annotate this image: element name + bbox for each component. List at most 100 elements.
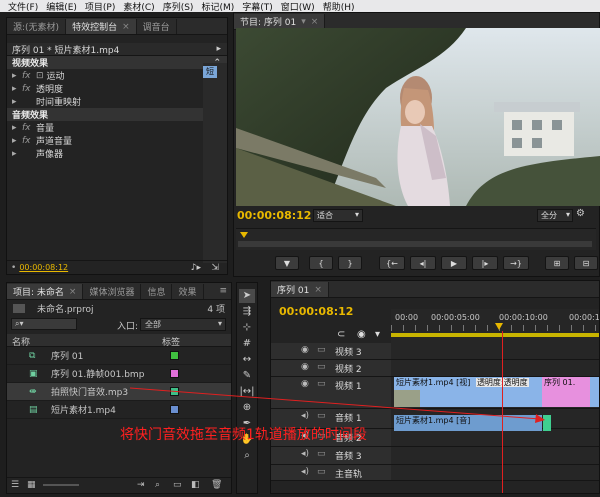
- add-marker-button[interactable]: ▼: [275, 256, 299, 270]
- lock-icon[interactable]: ▭: [317, 362, 326, 372]
- menu-item[interactable]: 字幕(T): [242, 0, 273, 13]
- selection-tool-icon[interactable]: ➤: [239, 289, 255, 303]
- razor-tool-icon[interactable]: ✎: [239, 369, 255, 383]
- label-color-swatch[interactable]: [170, 387, 179, 396]
- label-color-swatch[interactable]: [170, 351, 179, 360]
- track-header[interactable]: ◉ ▭ 视频 2: [271, 360, 391, 377]
- effect-volume[interactable]: ▸fx音量↺: [7, 121, 227, 135]
- menu-item[interactable]: 帮助(H): [323, 0, 355, 13]
- slide-tool-icon[interactable]: ⊕: [239, 401, 255, 415]
- delete-icon[interactable]: 🗑: [211, 480, 222, 490]
- close-icon[interactable]: ×: [311, 17, 319, 27]
- menu-item[interactable]: 素材(C): [123, 0, 154, 13]
- speaker-icon[interactable]: ◂): [301, 467, 309, 477]
- speaker-icon[interactable]: ◂): [301, 411, 309, 421]
- step-forward-button[interactable]: |▸: [472, 256, 498, 270]
- label-color-swatch[interactable]: [170, 405, 179, 414]
- zoom-slider[interactable]: [43, 484, 79, 486]
- effect-panner[interactable]: ▸ 声像器: [7, 147, 227, 161]
- eye-icon[interactable]: ◉: [301, 379, 309, 389]
- lock-icon[interactable]: ▭: [317, 411, 326, 421]
- marker-icon[interactable]: ▾: [375, 329, 380, 340]
- track-lane[interactable]: [391, 447, 599, 465]
- tab-media-browser[interactable]: 媒体浏览器: [83, 284, 142, 299]
- project-item[interactable]: ▤ 短片素材1.mp4: [7, 401, 231, 419]
- program-timecode[interactable]: 00:00:08:12: [237, 209, 311, 222]
- audio-clip[interactable]: 短片素材1.mp4 [音]: [394, 415, 542, 431]
- quality-select[interactable]: 全分 ▾: [537, 209, 573, 222]
- lock-icon[interactable]: ▭: [317, 345, 326, 355]
- extract-button[interactable]: ⊟: [574, 256, 598, 270]
- expand-triangle-icon[interactable]: ▸: [12, 123, 22, 133]
- rolling-edit-tool-icon[interactable]: #: [239, 337, 255, 351]
- tab-source[interactable]: 源:(无素材): [7, 19, 67, 34]
- effect-timecode[interactable]: 00:00:08:12: [19, 263, 68, 272]
- find-icon[interactable]: ⌕: [155, 480, 160, 490]
- timeline-timecode[interactable]: 00:00:08:12: [279, 305, 353, 318]
- go-to-in-button[interactable]: {←: [379, 256, 405, 270]
- tab-effects[interactable]: 效果: [172, 284, 204, 299]
- fx-icon[interactable]: fx: [22, 71, 36, 81]
- menu-item[interactable]: 标记(M): [201, 0, 234, 13]
- new-bin-icon[interactable]: ▭: [173, 480, 182, 490]
- snap-icon[interactable]: ⊂: [337, 329, 345, 340]
- play-triangle-icon[interactable]: ▸: [216, 44, 221, 54]
- menu-item[interactable]: 序列(S): [163, 0, 194, 13]
- slip-tool-icon[interactable]: |↔|: [239, 385, 255, 399]
- export-icon[interactable]: ⇲: [211, 263, 219, 273]
- track-header[interactable]: ◂) ▭ 主音轨: [271, 465, 391, 481]
- effect-motion[interactable]: ▸fx⊡运动↺: [7, 69, 227, 83]
- playhead-marker[interactable]: [495, 323, 503, 330]
- expand-triangle-icon[interactable]: ▸: [12, 84, 22, 94]
- close-icon[interactable]: ×: [69, 287, 77, 297]
- project-item[interactable]: ⇼ 拍照快门音效.mp3: [7, 383, 231, 401]
- fx-icon[interactable]: fx: [22, 136, 36, 146]
- playhead-marker[interactable]: [240, 232, 248, 238]
- sequence-still-clip[interactable]: 序列 01.: [542, 377, 590, 407]
- menu-item[interactable]: 窗口(W): [281, 0, 315, 13]
- tab-program[interactable]: 节目: 序列 01 ▾ ×: [234, 14, 326, 29]
- mark-out-button[interactable]: }: [338, 256, 362, 270]
- video-clip[interactable]: 短片素材1.mp4 [视] 透明度:透明度: [394, 377, 542, 407]
- track-header[interactable]: ◂) ▭ 音频 3: [271, 447, 391, 465]
- work-area-bar[interactable]: [391, 333, 599, 337]
- list-view-icon[interactable]: ☰: [11, 480, 19, 490]
- track-select-tool-icon[interactable]: ⇶: [239, 305, 255, 319]
- set-marker-icon[interactable]: ◉: [357, 329, 366, 340]
- mark-in-button[interactable]: {: [309, 256, 333, 270]
- expand-triangle-icon[interactable]: ▸: [12, 97, 22, 107]
- tab-info[interactable]: 信息: [141, 284, 173, 299]
- audio-scrub-icon[interactable]: ♪▸: [191, 263, 201, 273]
- fx-icon[interactable]: fx: [22, 84, 36, 94]
- track-lane[interactable]: [391, 465, 599, 481]
- entry-select[interactable]: 全部 ▾: [140, 318, 226, 331]
- effect-opacity[interactable]: ▸fx透明度↺: [7, 82, 227, 96]
- expand-triangle-icon[interactable]: ▸: [12, 136, 22, 146]
- lock-icon[interactable]: ▭: [317, 467, 326, 477]
- go-to-out-button[interactable]: →}: [503, 256, 529, 270]
- close-icon[interactable]: ×: [122, 22, 130, 32]
- tab-project[interactable]: 项目: 未命名 ×: [7, 284, 84, 299]
- fit-select[interactable]: 适合 ▾: [313, 209, 363, 222]
- lock-icon[interactable]: ▭: [317, 379, 326, 389]
- new-item-icon[interactable]: ◧: [191, 480, 200, 490]
- play-button[interactable]: ▶: [441, 256, 467, 270]
- tab-audio-mixer[interactable]: 调音台: [137, 19, 177, 34]
- scrub-bar[interactable]: [238, 241, 592, 247]
- track-header[interactable]: ◉ ▭ 视频 1: [271, 377, 391, 409]
- fx-icon[interactable]: fx: [22, 123, 36, 133]
- expand-triangle-icon[interactable]: ▸: [12, 71, 22, 81]
- rate-stretch-tool-icon[interactable]: ↔: [239, 353, 255, 367]
- project-item[interactable]: ⧉ 序列 01: [7, 347, 231, 365]
- eye-icon[interactable]: ◉: [301, 345, 309, 355]
- settings-wrench-icon[interactable]: ⚙: [576, 208, 585, 219]
- expand-triangle-icon[interactable]: ▸: [12, 149, 22, 159]
- effect-time-remap[interactable]: ▸ 时间重映射: [7, 95, 227, 109]
- track-lane[interactable]: [391, 429, 599, 447]
- program-scrubber[interactable]: [236, 228, 596, 250]
- icon-view-icon[interactable]: ▦: [27, 480, 36, 490]
- menu-item[interactable]: 项目(P): [85, 0, 115, 13]
- project-item[interactable]: ▣ 序列 01.静帧001.bmp: [7, 365, 231, 383]
- panel-menu-icon[interactable]: ≡: [219, 286, 227, 296]
- close-icon[interactable]: ×: [314, 285, 322, 295]
